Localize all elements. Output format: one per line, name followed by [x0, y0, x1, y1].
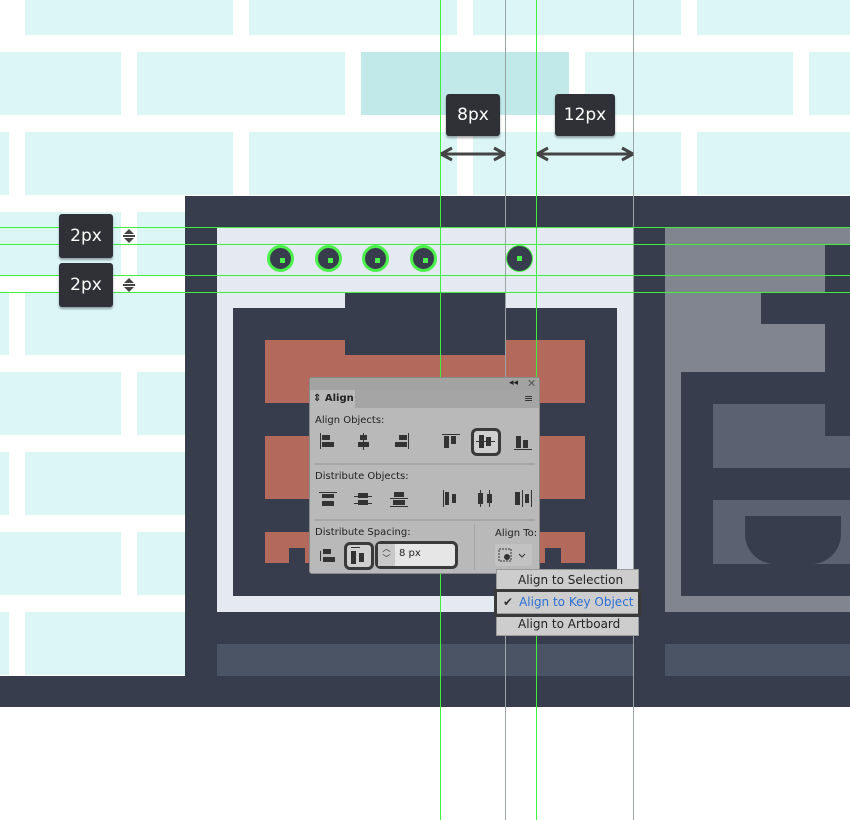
distribute-spacing-label: Distribute Spacing: — [315, 527, 411, 538]
horizontal-distribute-space-button[interactable] — [344, 542, 374, 570]
menu-item-label: Align to Key Object — [519, 595, 634, 609]
align-to-menu: Align to Selection ✔ Align to Key Object … — [494, 569, 641, 636]
align-panel: ◂◂ ✕ ⇕ Align ≡ Align Objects: Distribute… — [309, 377, 540, 574]
selected-circle[interactable] — [315, 245, 342, 272]
stepper-icon[interactable]: ︿ ﹀ — [378, 544, 395, 566]
menu-item-align-to-key-object[interactable]: ✔ Align to Key Object — [494, 589, 641, 617]
tab-label: Align — [324, 393, 354, 404]
align-left-button[interactable] — [317, 431, 341, 453]
distribute-objects-label: Distribute Objects: — [315, 471, 409, 482]
spacing-value[interactable]: 8 px — [399, 548, 421, 559]
guide-horizontal — [0, 275, 850, 276]
align-horizontal-center-button[interactable] — [352, 431, 376, 453]
collapse-icon[interactable]: ◂◂ — [509, 378, 518, 388]
distribute-horizontal-center-button[interactable] — [474, 488, 498, 510]
distribute-vertical-center-button[interactable] — [352, 488, 376, 510]
align-to-label: Align To: — [495, 528, 538, 539]
align-to-key-object-icon — [498, 548, 526, 562]
close-icon[interactable]: ✕ — [527, 377, 536, 390]
spacing-input[interactable]: ︿ ﹀ 8 px — [375, 541, 458, 569]
align-to-dropdown[interactable] — [495, 544, 532, 566]
align-objects-label: Align Objects: — [315, 415, 385, 426]
gap-label-8px: 8px — [446, 94, 500, 136]
gap-label-12px: 12px — [555, 94, 615, 136]
menu-item-align-to-selection[interactable]: Align to Selection — [497, 570, 638, 592]
gap-label-2px: 2px — [59, 263, 113, 307]
align-right-button[interactable] — [388, 431, 412, 453]
double-arrow-icon — [536, 146, 634, 162]
guide-vertical — [633, 0, 634, 820]
key-object-circle[interactable] — [506, 245, 533, 272]
menu-item-align-to-artboard[interactable]: Align to Artboard — [497, 614, 638, 635]
vertical-gap-arrow-icon — [123, 229, 135, 243]
double-arrow-icon — [440, 146, 506, 162]
align-bottom-button[interactable] — [512, 431, 536, 453]
selected-circle[interactable] — [362, 245, 389, 272]
distribute-left-button[interactable] — [440, 488, 464, 510]
vertical-gap-arrow-icon — [123, 278, 135, 292]
panel-menu-icon[interactable]: ≡ — [524, 392, 533, 405]
align-vertical-center-button[interactable] — [471, 428, 501, 456]
align-top-button[interactable] — [440, 431, 464, 453]
distribute-bottom-button[interactable] — [388, 488, 412, 510]
tab-align[interactable]: ⇕ Align — [310, 390, 355, 408]
distribute-top-button[interactable] — [317, 488, 341, 510]
selected-circle[interactable] — [410, 245, 437, 272]
vertical-distribute-space-button[interactable] — [317, 545, 341, 567]
checkmark-icon: ✔ — [503, 595, 514, 609]
gap-label-2px: 2px — [59, 214, 113, 258]
distribute-right-button[interactable] — [512, 488, 536, 510]
selected-circle[interactable] — [267, 245, 294, 272]
guide-horizontal — [0, 244, 850, 245]
